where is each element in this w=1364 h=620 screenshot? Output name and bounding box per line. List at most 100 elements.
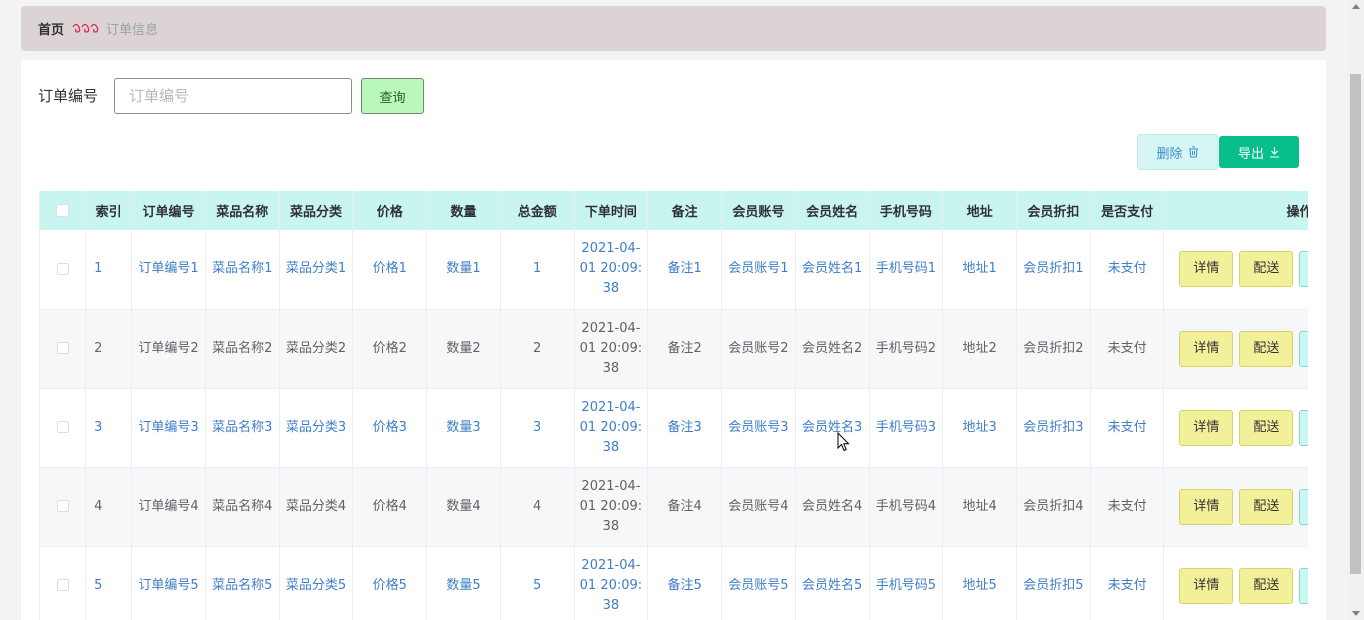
cell-quantity: 数量3 [426,388,501,467]
cell-phone: 手机号码5 [869,546,944,620]
cell-member-account: 会员账号4 [721,467,796,546]
edit-button[interactable]: 修改 [1299,330,1308,367]
column-header-actions: 操作 [1163,191,1308,230]
cell-dish-category: 菜品分类5 [279,546,354,620]
cell-address: 地址1 [942,230,1017,309]
row-checkbox[interactable] [39,388,87,467]
cell-quantity: 数量4 [426,467,501,546]
column-header: 菜品分类 [279,191,354,230]
edit-button[interactable]: 修改 [1299,567,1308,604]
heart-separator-icon [72,23,100,35]
row-checkbox[interactable] [39,230,87,309]
detail-button[interactable]: 详情 [1179,409,1234,446]
cell-total: 2 [500,309,575,388]
cell-quantity: 数量5 [426,546,501,620]
table-row: 5 订单编号5 菜品名称5 菜品分类5 价格5 数量5 5 2021-04-01… [39,546,1308,620]
breadcrumb-home[interactable]: 首页 [38,19,64,38]
order-number-search-input[interactable] [114,78,352,114]
cell-discount: 会员折扣3 [1016,388,1091,467]
cell-dish-category: 菜品分类1 [279,230,354,309]
cell-order-no: 订单编号5 [131,546,206,620]
detail-button[interactable]: 详情 [1179,251,1234,288]
column-header: 价格 [352,191,428,230]
row-checkbox[interactable] [39,309,87,388]
scroll-down-arrow-icon[interactable] [1352,611,1360,616]
download-icon [1269,146,1280,158]
search-label: 订单编号 [38,87,99,105]
cell-paid: 未支付 [1090,546,1165,620]
cell-discount: 会员折扣5 [1016,546,1091,620]
cell-index: 1 [85,230,133,309]
cell-actions: 详情配送修改 [1163,546,1308,620]
cell-phone: 手机号码1 [869,230,944,309]
column-header: 地址 [942,191,1017,230]
detail-button[interactable]: 详情 [1179,488,1234,525]
cell-member-name: 会员姓名4 [795,467,870,546]
edit-button[interactable]: 修改 [1299,251,1308,288]
cell-phone: 手机号码3 [869,388,944,467]
cell-index: 3 [85,388,133,467]
export-button[interactable]: 导出 [1219,136,1299,168]
cell-total: 3 [500,388,575,467]
cell-paid: 未支付 [1090,467,1165,546]
deliver-button[interactable]: 配送 [1239,567,1294,604]
cell-address: 地址5 [942,546,1017,620]
column-header: 是否支付 [1090,191,1165,230]
edit-button[interactable]: 修改 [1299,488,1308,525]
cell-price: 价格2 [352,309,428,388]
detail-button[interactable]: 详情 [1179,567,1234,604]
cell-order-time: 2021-04-01 20:09:38 [574,309,649,388]
cell-order-no: 订单编号3 [131,388,206,467]
column-header: 数量 [426,191,501,230]
cell-order-time: 2021-04-01 20:09:38 [574,546,649,620]
column-header: 索引 [85,191,133,230]
deliver-button[interactable]: 配送 [1239,409,1294,446]
breadcrumb-current: 订单信息 [106,23,159,38]
cell-total: 5 [500,546,575,620]
detail-button[interactable]: 详情 [1179,330,1234,367]
delete-label: 删除 [1156,146,1183,162]
deliver-button[interactable]: 配送 [1239,251,1294,288]
cell-member-account: 会员账号3 [721,388,796,467]
cell-order-no: 订单编号1 [131,230,206,309]
cell-member-name: 会员姓名3 [795,388,870,467]
cell-quantity: 数量2 [426,309,501,388]
cell-discount: 会员折扣4 [1016,467,1091,546]
cell-phone: 手机号码2 [869,309,944,388]
export-label: 导出 [1237,146,1264,162]
column-header: 手机号码 [869,191,944,230]
search-button[interactable]: 查询 [361,78,424,114]
cell-remark: 备注2 [647,309,723,388]
deliver-button[interactable]: 配送 [1239,330,1294,367]
row-checkbox[interactable] [39,467,87,546]
cell-actions: 详情配送修改 [1163,309,1308,388]
column-header: 会员折扣 [1016,191,1091,230]
cell-order-time: 2021-04-01 20:09:38 [574,230,649,309]
column-header: 订单编号 [131,191,206,230]
cell-dish-category: 菜品分类2 [279,309,354,388]
cell-paid: 未支付 [1090,230,1165,309]
deliver-button[interactable]: 配送 [1239,488,1294,525]
scroll-up-arrow-icon[interactable] [1352,4,1360,9]
column-header: 下单时间 [574,191,649,230]
cell-remark: 备注3 [647,388,723,467]
select-all-checkbox[interactable] [39,191,87,230]
delete-button[interactable]: 删除 [1137,134,1218,170]
vertical-scrollbar[interactable] [1347,0,1364,620]
cell-address: 地址2 [942,309,1017,388]
cell-dish-name: 菜品名称1 [205,230,280,309]
scrollbar-thumb[interactable] [1350,74,1361,574]
cell-remark: 备注5 [647,546,723,620]
cell-actions: 详情配送修改 [1163,388,1308,467]
main-panel: 订单编号 查询 删除 导出 索引 订单编号 菜品 [21,60,1326,620]
cell-member-account: 会员账号2 [721,309,796,388]
cell-member-account: 会员账号1 [721,230,796,309]
column-header: 菜品名称 [205,191,280,230]
cell-price: 价格3 [352,388,428,467]
cell-address: 地址3 [942,388,1017,467]
row-checkbox[interactable] [39,546,87,620]
edit-button[interactable]: 修改 [1299,409,1308,446]
cell-dish-name: 菜品名称4 [205,467,280,546]
cell-remark: 备注1 [647,230,723,309]
cell-index: 4 [85,467,133,546]
